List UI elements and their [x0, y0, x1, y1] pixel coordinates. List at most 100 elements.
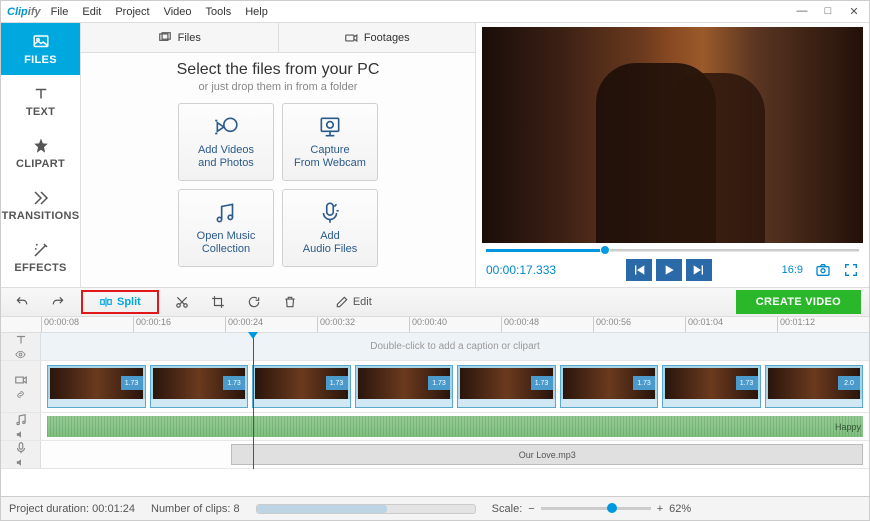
close-button[interactable]: ✕: [845, 5, 863, 18]
media-title: Select the files from your PC: [177, 61, 380, 79]
zoom-in-button[interactable]: +: [657, 503, 663, 515]
next-button[interactable]: [686, 259, 712, 281]
ruler-tick: 00:00:48: [501, 317, 593, 332]
media-panel: Files Footages Select the files from you…: [81, 23, 476, 287]
add-audio-button[interactable]: AddAudio Files: [282, 189, 378, 267]
fullscreen-icon[interactable]: [843, 262, 859, 278]
mic-icon: [317, 200, 343, 226]
caption-track[interactable]: Double-click to add a caption or clipart: [1, 333, 869, 361]
zoom-slider[interactable]: [541, 507, 651, 510]
open-music-button[interactable]: Open MusicCollection: [178, 189, 274, 267]
sidebar-item-transitions[interactable]: TRANSITIONS: [1, 179, 80, 231]
video-clip[interactable]: 1.73: [47, 365, 146, 408]
main-menu: File Edit Project Video Tools Help: [51, 6, 268, 18]
ruler-tick: 00:00:24: [225, 317, 317, 332]
media-subtitle: or just drop them in from a folder: [199, 81, 358, 93]
video-clip[interactable]: 1.73: [560, 365, 659, 408]
menu-file[interactable]: File: [51, 6, 69, 18]
snapshot-icon[interactable]: [815, 262, 831, 278]
camera-icon: [344, 31, 358, 45]
video-track[interactable]: 1.731.731.731.731.731.731.732.0: [1, 361, 869, 413]
preview-timecode: 00:00:17.333: [486, 263, 556, 277]
edit-button[interactable]: Edit: [329, 292, 378, 312]
sidebar-item-text[interactable]: TEXT: [1, 75, 80, 127]
menu-tools[interactable]: Tools: [206, 6, 232, 18]
music-icon: [213, 200, 239, 226]
clip-count: Number of clips: 8: [151, 503, 240, 515]
video-clip[interactable]: 1.73: [457, 365, 556, 408]
link-icon[interactable]: [15, 389, 26, 400]
timeline: Double-click to add a caption or clipart…: [1, 333, 869, 469]
menu-edit[interactable]: Edit: [82, 6, 101, 18]
video-clip[interactable]: 1.73: [355, 365, 454, 408]
pencil-icon: [335, 295, 349, 309]
sidebar-label: FILES: [24, 54, 57, 66]
menu-project[interactable]: Project: [115, 6, 149, 18]
visibility-icon[interactable]: [15, 349, 26, 360]
preview-panel: 00:00:17.333 16:9: [476, 23, 869, 287]
video-clip[interactable]: 2.0: [765, 365, 864, 408]
star-icon: [32, 137, 50, 155]
create-video-button[interactable]: CREATE VIDEO: [736, 290, 861, 314]
tab-footages[interactable]: Footages: [279, 23, 476, 52]
sidebar-item-clipart[interactable]: CLIPART: [1, 127, 80, 179]
sidebar: FILES TEXT CLIPART TRANSITIONS EFFECTS: [1, 23, 81, 287]
menu-help[interactable]: Help: [245, 6, 268, 18]
text-icon: [32, 85, 50, 103]
rotate-button[interactable]: [241, 292, 267, 312]
add-videos-button[interactable]: Add Videosand Photos: [178, 103, 274, 181]
video-clip[interactable]: 1.73: [662, 365, 761, 408]
tab-label: Footages: [364, 32, 410, 44]
audio-clip-label: Happy: [835, 422, 861, 432]
video-clip[interactable]: 1.73: [150, 365, 249, 408]
prev-button[interactable]: [626, 259, 652, 281]
tab-files[interactable]: Files: [81, 23, 279, 52]
app-brand: Clipify: [7, 6, 41, 18]
crop-button[interactable]: [205, 292, 231, 312]
sidebar-label: TRANSITIONS: [2, 210, 80, 222]
sidebar-item-files[interactable]: FILES: [1, 23, 80, 75]
titlebar: Clipify File Edit Project Video Tools He…: [1, 1, 869, 23]
audio-track-2[interactable]: Our Love.mp3: [1, 441, 869, 469]
split-button[interactable]: Split: [81, 290, 159, 314]
sidebar-label: TEXT: [26, 106, 55, 118]
undo-button[interactable]: [9, 292, 35, 312]
film-icon: [213, 114, 239, 140]
caption-hint: Double-click to add a caption or clipart: [41, 333, 869, 360]
tab-label: Files: [178, 32, 201, 44]
video-preview[interactable]: [482, 27, 863, 243]
cut-button[interactable]: [169, 292, 195, 312]
split-icon: [99, 295, 113, 309]
sidebar-item-effects[interactable]: EFFECTS: [1, 231, 80, 283]
timeline-scrollbar[interactable]: [256, 504, 476, 514]
capture-webcam-button[interactable]: CaptureFrom Webcam: [282, 103, 378, 181]
play-button[interactable]: [656, 259, 682, 281]
aspect-ratio[interactable]: 16:9: [782, 264, 803, 276]
redo-button[interactable]: [45, 292, 71, 312]
sidebar-label: EFFECTS: [14, 262, 66, 274]
zoom-out-button[interactable]: −: [528, 503, 534, 515]
ruler-tick: 00:00:40: [409, 317, 501, 332]
ruler-tick: 00:00:32: [317, 317, 409, 332]
webcam-icon: [317, 114, 343, 140]
maximize-button[interactable]: □: [819, 5, 837, 18]
window-controls: — □ ✕: [793, 5, 863, 18]
text-track-icon: [14, 333, 28, 347]
playhead[interactable]: [253, 333, 254, 469]
mic-track-icon: [14, 441, 28, 455]
audio-clip[interactable]: Our Love.mp3: [231, 444, 863, 465]
minimize-button[interactable]: —: [793, 5, 811, 18]
timeline-ruler[interactable]: 00:00:08 00:00:16 00:00:24 00:00:32 00:0…: [1, 317, 869, 333]
speaker-icon[interactable]: [15, 429, 26, 440]
status-bar: Project duration: 00:01:24 Number of cli…: [1, 496, 869, 520]
transitions-icon: [32, 189, 50, 207]
timeline-toolbar: Split Edit CREATE VIDEO: [1, 287, 869, 317]
audio-track-1[interactable]: Happy: [1, 413, 869, 441]
preview-seek-slider[interactable]: [482, 243, 863, 257]
speaker-icon[interactable]: [15, 457, 26, 468]
menu-video[interactable]: Video: [164, 6, 192, 18]
image-icon: [32, 33, 50, 51]
video-clip[interactable]: 1.73: [252, 365, 351, 408]
ruler-tick: 00:00:08: [41, 317, 133, 332]
delete-button[interactable]: [277, 292, 303, 312]
